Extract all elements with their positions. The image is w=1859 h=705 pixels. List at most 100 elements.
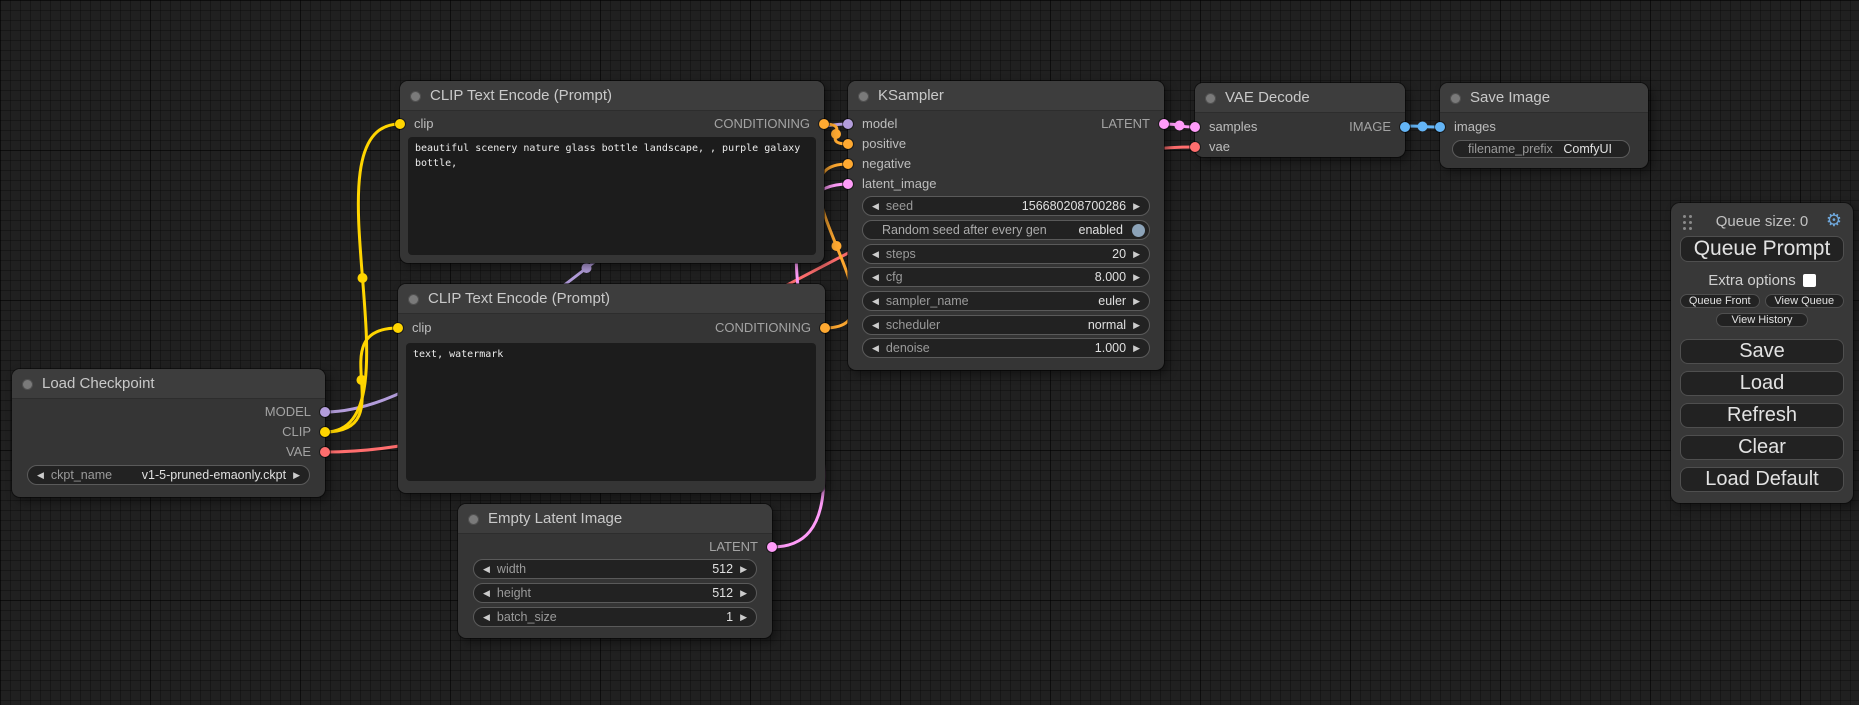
output-port-latent[interactable] (767, 542, 777, 552)
negative-prompt-textarea[interactable]: text, watermark (406, 343, 816, 481)
widget-value: 156680208700286 (920, 199, 1126, 213)
decrement-arrow-icon[interactable]: ◀ (37, 465, 44, 485)
node-title-bar[interactable]: CLIP Text Encode (Prompt) (398, 284, 825, 314)
increment-arrow-icon[interactable]: ▶ (1133, 244, 1140, 264)
scheduler-widget[interactable]: ◀ scheduler normal ▶ (862, 315, 1150, 335)
ckpt-name-widget[interactable]: ◀ ckpt_name v1-5-pruned-emaonly.ckpt ▶ (27, 465, 310, 485)
queue-prompt-button[interactable]: Queue Prompt (1680, 236, 1844, 262)
node-title: KSampler (878, 87, 944, 104)
output-port-vae[interactable] (320, 447, 330, 457)
widget-value: ComfyUI (1560, 142, 1612, 156)
input-port-images[interactable] (1435, 122, 1445, 132)
output-label-conditioning: CONDITIONING (715, 319, 811, 337)
random-seed-toggle-widget[interactable]: Random seed after every gen enabled (862, 220, 1150, 240)
width-widget[interactable]: ◀ width 512 ▶ (473, 559, 757, 579)
view-queue-button[interactable]: View Queue (1765, 294, 1845, 308)
widget-label: scheduler (886, 318, 940, 332)
node-status-dot (408, 294, 419, 305)
cfg-widget[interactable]: ◀ cfg 8.000 ▶ (862, 267, 1150, 287)
input-port-negative[interactable] (843, 159, 853, 169)
decrement-arrow-icon[interactable]: ◀ (483, 583, 490, 603)
output-label-latent: LATENT (1101, 115, 1150, 133)
comfyui-canvas[interactable]: { "colors": { "model": "#B39DDB", "clip"… (0, 0, 1859, 705)
node-title-bar[interactable]: Empty Latent Image (458, 504, 772, 534)
output-port-conditioning[interactable] (819, 119, 829, 129)
node-empty-latent-image[interactable]: Empty Latent Image LATENT ◀ width 512 ▶ … (458, 504, 772, 638)
node-title-bar[interactable]: Load Checkpoint (12, 369, 325, 399)
output-port-conditioning[interactable] (820, 323, 830, 333)
increment-arrow-icon[interactable]: ▶ (1133, 315, 1140, 335)
input-port-latent-image[interactable] (843, 179, 853, 189)
increment-arrow-icon[interactable]: ▶ (740, 583, 747, 603)
widget-label: batch_size (497, 610, 557, 624)
node-clip-text-encode-positive[interactable]: CLIP Text Encode (Prompt) clip CONDITION… (400, 81, 824, 263)
node-load-checkpoint[interactable]: Load Checkpoint MODEL CLIP VAE ◀ ckpt_na… (12, 369, 325, 497)
node-title-bar[interactable]: Save Image (1440, 83, 1648, 113)
output-port-clip[interactable] (320, 427, 330, 437)
decrement-arrow-icon[interactable]: ◀ (872, 291, 879, 311)
input-port-vae[interactable] (1190, 142, 1200, 152)
node-ksampler[interactable]: KSampler model LATENT positive negative … (848, 81, 1164, 370)
input-label-latent-image: latent_image (862, 175, 936, 193)
decrement-arrow-icon[interactable]: ◀ (483, 559, 490, 579)
widget-label: steps (886, 247, 916, 261)
drag-handle-icon[interactable] (1683, 215, 1686, 218)
output-port-latent[interactable] (1159, 119, 1169, 129)
decrement-arrow-icon[interactable]: ◀ (872, 244, 879, 264)
increment-arrow-icon[interactable]: ▶ (1133, 291, 1140, 311)
widget-value: v1-5-pruned-emaonly.ckpt (119, 468, 286, 482)
output-port-model[interactable] (320, 407, 330, 417)
node-save-image[interactable]: Save Image images filename_prefix ComfyU… (1440, 83, 1648, 168)
settings-gear-icon[interactable]: ⚙ (1826, 210, 1842, 230)
clear-button[interactable]: Clear (1680, 435, 1844, 460)
wire-midpoint-dot (831, 129, 841, 139)
extra-options-checkbox[interactable] (1803, 274, 1816, 287)
output-label-model: MODEL (265, 403, 311, 421)
input-port-positive[interactable] (843, 139, 853, 149)
increment-arrow-icon[interactable]: ▶ (1133, 338, 1140, 358)
widget-label: height (497, 586, 531, 600)
widget-value: enabled (1054, 223, 1123, 237)
node-title-bar[interactable]: VAE Decode (1195, 83, 1405, 113)
height-widget[interactable]: ◀ height 512 ▶ (473, 583, 757, 603)
input-port-samples[interactable] (1190, 122, 1200, 132)
input-port-model[interactable] (843, 119, 853, 129)
input-label-samples: samples (1209, 118, 1257, 136)
refresh-button[interactable]: Refresh (1680, 403, 1844, 428)
input-port-clip[interactable] (395, 119, 405, 129)
filename-prefix-widget[interactable]: filename_prefix ComfyUI (1452, 140, 1630, 158)
steps-widget[interactable]: ◀ steps 20 ▶ (862, 244, 1150, 264)
node-vae-decode[interactable]: VAE Decode samples IMAGE vae (1195, 83, 1405, 157)
toggle-dot-icon[interactable] (1132, 224, 1145, 237)
sampler-name-widget[interactable]: ◀ sampler_name euler ▶ (862, 291, 1150, 311)
decrement-arrow-icon[interactable]: ◀ (872, 338, 879, 358)
denoise-widget[interactable]: ◀ denoise 1.000 ▶ (862, 338, 1150, 358)
increment-arrow-icon[interactable]: ▶ (1133, 267, 1140, 287)
increment-arrow-icon[interactable]: ▶ (740, 559, 747, 579)
decrement-arrow-icon[interactable]: ◀ (872, 315, 879, 335)
node-clip-text-encode-negative[interactable]: CLIP Text Encode (Prompt) clip CONDITION… (398, 284, 825, 493)
decrement-arrow-icon[interactable]: ◀ (872, 196, 879, 216)
node-title-bar[interactable]: KSampler (848, 81, 1164, 111)
wire-midpoint-dot (1418, 122, 1428, 132)
node-title: CLIP Text Encode (Prompt) (428, 290, 610, 307)
load-default-button[interactable]: Load Default (1680, 467, 1844, 492)
save-button[interactable]: Save (1680, 339, 1844, 364)
decrement-arrow-icon[interactable]: ◀ (483, 607, 490, 627)
input-port-clip[interactable] (393, 323, 403, 333)
increment-arrow-icon[interactable]: ▶ (740, 607, 747, 627)
output-port-image[interactable] (1400, 122, 1410, 132)
load-button[interactable]: Load (1680, 371, 1844, 396)
seed-widget[interactable]: ◀ seed 156680208700286 ▶ (862, 196, 1150, 216)
widget-label: filename_prefix (1468, 142, 1553, 156)
positive-prompt-textarea[interactable]: beautiful scenery nature glass bottle la… (408, 137, 816, 255)
batch-size-widget[interactable]: ◀ batch_size 1 ▶ (473, 607, 757, 627)
queue-front-button[interactable]: Queue Front (1680, 294, 1760, 308)
view-history-button[interactable]: View History (1716, 313, 1808, 327)
node-status-dot (858, 91, 869, 102)
node-title-bar[interactable]: CLIP Text Encode (Prompt) (400, 81, 824, 111)
decrement-arrow-icon[interactable]: ◀ (872, 267, 879, 287)
queue-size-label: Queue size: 0 (1716, 213, 1809, 230)
increment-arrow-icon[interactable]: ▶ (293, 465, 300, 485)
increment-arrow-icon[interactable]: ▶ (1133, 196, 1140, 216)
